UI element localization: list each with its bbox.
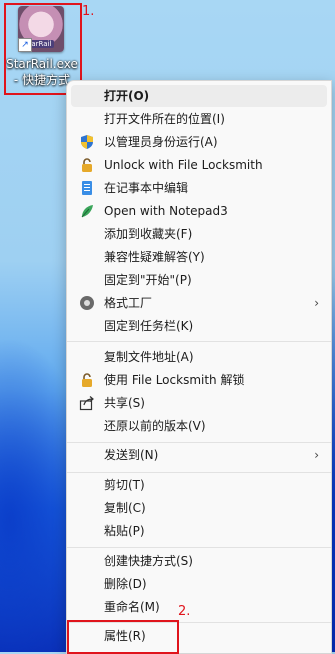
share-icon [79,396,94,411]
menu-separator [67,442,331,443]
lock-icon [82,158,92,172]
menu-item-restore-versions[interactable]: 还原以前的版本(V) [71,415,327,437]
menu-item-label: Unlock with File Locksmith [104,158,263,172]
menu-item-label: 打开(O) [104,89,150,103]
menu-item-paste[interactable]: 粘贴(P) [71,520,327,542]
menu-item-label: 固定到任务栏(K) [104,319,194,333]
annotation-box-step2 [67,620,179,654]
menu-item-pin-start[interactable]: 固定到"开始"(P) [71,269,327,291]
lock-icon [82,373,92,387]
annotation-step1: 1. [82,4,95,19]
chevron-right-icon: › [314,448,319,462]
menu-item-label: 兼容性疑难解答(Y) [104,250,205,264]
menu-item-locksmith-unlock[interactable]: 使用 File Locksmith 解锁 [71,369,327,391]
menu-item-label: 复制(C) [104,501,146,515]
menu-item-copy-path[interactable]: 复制文件地址(A) [71,346,327,368]
menu-item-label: 发送到(N) [104,448,159,462]
menu-item-delete[interactable]: 删除(D) [71,573,327,595]
menu-item-label: 删除(D) [104,577,147,591]
menu-item-open-file-location[interactable]: 打开文件所在的位置(I) [71,108,327,130]
menu-item-label: 以管理员身份运行(A) [104,135,218,149]
menu-item-open-notepad3[interactable]: Open with Notepad3 [71,200,327,222]
menu-item-cut[interactable]: 剪切(T) [71,474,327,496]
menu-item-add-favorites[interactable]: 添加到收藏夹(F) [71,223,327,245]
menu-item-label: 创建快捷方式(S) [104,554,193,568]
menu-item-open[interactable]: 打开(O) [71,85,327,107]
menu-item-share[interactable]: 共享(S) [71,392,327,414]
menu-item-send-to[interactable]: 发送到(N) › [71,444,327,466]
menu-item-format-factory[interactable]: 格式工厂 › [71,292,327,314]
menu-item-rename[interactable]: 重命名(M) [71,596,327,618]
menu-separator [67,341,331,342]
menu-separator [67,472,331,473]
menu-item-label: 使用 File Locksmith 解锁 [104,373,245,387]
menu-item-label: 固定到"开始"(P) [104,273,192,287]
menu-item-pin-taskbar[interactable]: 固定到任务栏(K) [71,315,327,337]
menu-item-label: 添加到收藏夹(F) [104,227,193,241]
uac-shield-icon [81,135,93,149]
menu-item-unlock-locksmith[interactable]: Unlock with File Locksmith [71,154,327,176]
notepad-icon [82,181,92,195]
menu-item-label: 打开文件所在的位置(I) [104,112,225,126]
notepad3-icon [81,205,93,218]
menu-item-label: 格式工厂 [104,296,153,310]
menu-item-label: 复制文件地址(A) [104,350,194,364]
chevron-right-icon: › [314,296,319,310]
menu-separator [67,547,331,548]
menu-item-label: 共享(S) [104,396,145,410]
annotation-step2: 2. [178,604,191,619]
context-menu: 打开(O) 打开文件所在的位置(I) 以管理员身份运行(A) Unlock wi… [66,80,332,654]
menu-item-compat-troubleshoot[interactable]: 兼容性疑难解答(Y) [71,246,327,268]
menu-item-label: 剪切(T) [104,478,145,492]
menu-item-label: 在记事本中编辑 [104,181,189,195]
menu-item-label: Open with Notepad3 [104,204,228,218]
menu-item-edit-notepad[interactable]: 在记事本中编辑 [71,177,327,199]
menu-item-run-as-admin[interactable]: 以管理员身份运行(A) [71,131,327,153]
menu-item-label: 重命名(M) [104,600,160,614]
menu-item-label: 粘贴(P) [104,524,145,538]
menu-item-create-shortcut[interactable]: 创建快捷方式(S) [71,550,327,572]
format-factory-icon [80,296,94,310]
menu-item-copy[interactable]: 复制(C) [71,497,327,519]
menu-item-label: 还原以前的版本(V) [104,419,206,433]
